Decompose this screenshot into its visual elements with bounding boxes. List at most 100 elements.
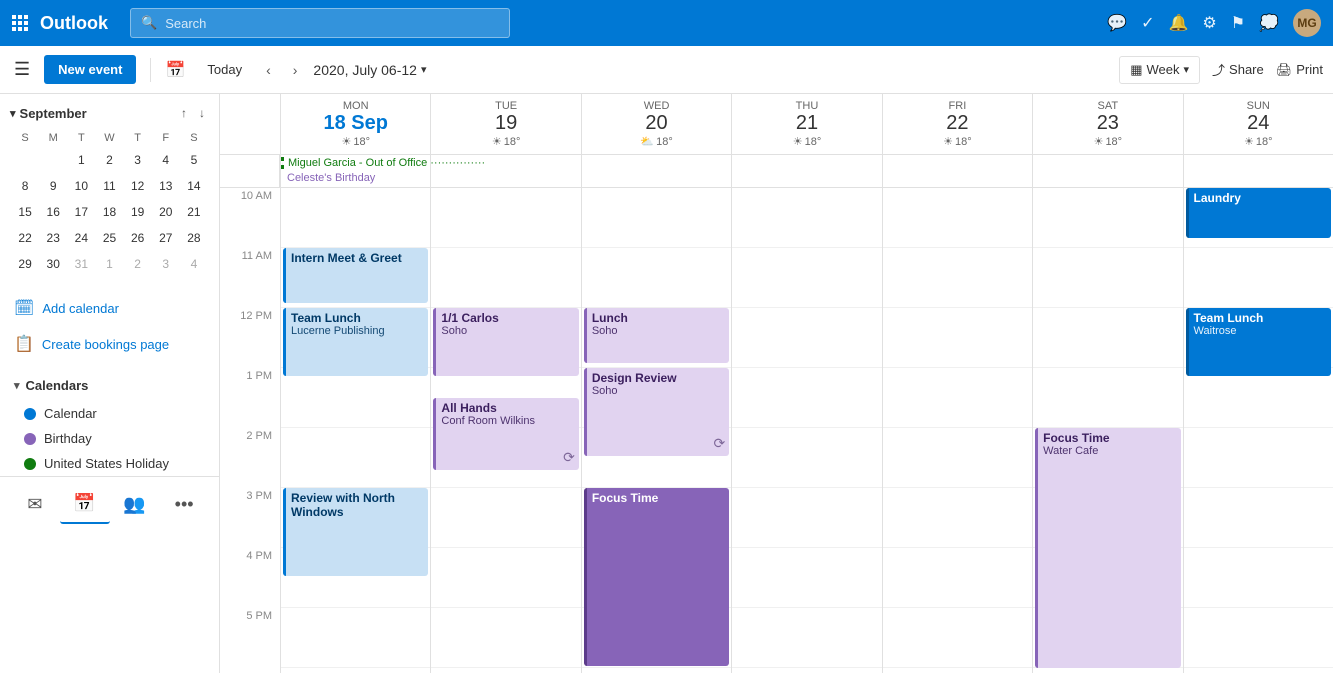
new-event-button[interactable]: New event bbox=[44, 55, 136, 84]
cal-day[interactable]: 8 bbox=[12, 174, 38, 198]
day-col-thu bbox=[731, 188, 881, 673]
cal-day[interactable]: 29 bbox=[12, 252, 38, 276]
event-review-north-windows[interactable]: Review with North Windows bbox=[283, 488, 428, 576]
event-intern-meet-greet[interactable]: Intern Meet & Greet bbox=[283, 248, 428, 303]
cal-day[interactable] bbox=[12, 148, 38, 172]
cal-day[interactable]: 2 bbox=[96, 148, 122, 172]
add-calendar-action[interactable]: 🗓 Add calendar bbox=[0, 290, 219, 326]
event-team-lunch-sun[interactable]: Team Lunch Waitrose bbox=[1186, 308, 1331, 376]
chevron-left-icon: ▾ bbox=[10, 107, 16, 120]
cal-day[interactable]: 24 bbox=[68, 226, 94, 250]
day-header-fri: Fri 22 ☀18° bbox=[882, 94, 1032, 154]
date-range-label[interactable]: 2020, July 06-12 ▾ bbox=[313, 62, 426, 78]
cal-day[interactable]: 10 bbox=[68, 174, 94, 198]
cal-day[interactable]: 22 bbox=[12, 226, 38, 250]
chat-icon[interactable]: 💬 bbox=[1107, 13, 1127, 33]
cal-day[interactable]: 13 bbox=[153, 174, 179, 198]
cal-day[interactable]: 27 bbox=[153, 226, 179, 250]
cal-day[interactable]: 3 bbox=[125, 148, 151, 172]
calendar-item-holiday[interactable]: United States Holiday bbox=[0, 451, 219, 476]
allday-gutter bbox=[220, 155, 280, 187]
cal-day today[interactable]: 18 bbox=[96, 200, 122, 224]
mini-cal-prev[interactable]: ↑ bbox=[177, 104, 191, 122]
week-chevron-icon: ▾ bbox=[1184, 63, 1190, 76]
time-label-4pm: 4 PM bbox=[220, 548, 280, 608]
calendar-dot bbox=[24, 408, 36, 420]
today-button[interactable]: Today bbox=[199, 58, 250, 81]
cal-day[interactable]: 25 bbox=[96, 226, 122, 250]
settings-icon[interactable]: ⚙ bbox=[1202, 13, 1216, 33]
search-icon: 🔍 bbox=[141, 15, 157, 31]
calendar-nav-bottom-icon[interactable]: 📅 bbox=[60, 485, 110, 524]
allday-col-wed bbox=[581, 155, 731, 187]
event-laundry[interactable]: Laundry bbox=[1186, 188, 1331, 238]
calendars-section-header[interactable]: ▾ Calendars bbox=[0, 370, 219, 401]
calendar-item-birthday[interactable]: Birthday bbox=[0, 426, 219, 451]
cal-day[interactable]: 1 bbox=[68, 148, 94, 172]
topbar: Outlook 🔍 💬 ✓ 🔔 ⚙ ⚑ 💭 MG bbox=[0, 0, 1333, 46]
event-focus-time-sat[interactable]: Focus Time Water Cafe bbox=[1035, 428, 1180, 668]
day-headers: Mon 18 Sep ☀18° Tue 19 ☀18° Wed 20 ⛅18° … bbox=[220, 94, 1333, 155]
event-lunch-wed[interactable]: Lunch Soho bbox=[584, 308, 729, 363]
calendar-item-calendar[interactable]: Calendar bbox=[0, 401, 219, 426]
cal-day[interactable]: 9 bbox=[40, 174, 66, 198]
feedback-icon[interactable]: 💭 bbox=[1259, 13, 1279, 33]
holiday-name: United States Holiday bbox=[44, 456, 169, 471]
cal-day[interactable]: 28 bbox=[181, 226, 207, 250]
mail-nav-icon[interactable]: ✉ bbox=[10, 486, 60, 523]
allday-event-out-of-office[interactable]: Miguel Garcia - Out of Office ··········… bbox=[281, 157, 430, 169]
allday-event-birthday[interactable]: Celeste's Birthday bbox=[283, 171, 428, 185]
bell-icon[interactable]: 🔔 bbox=[1168, 13, 1188, 33]
print-button[interactable]: 🖨 Print bbox=[1276, 62, 1323, 78]
cal-day[interactable]: 23 bbox=[40, 226, 66, 250]
cal-day[interactable]: 31 bbox=[68, 252, 94, 276]
search-bar[interactable]: 🔍 bbox=[130, 8, 510, 38]
event-all-hands[interactable]: All Hands Conf Room Wilkins ⟳ bbox=[433, 398, 578, 470]
day-col-sat: Focus Time Water Cafe bbox=[1032, 188, 1182, 673]
cal-day[interactable]: 11 bbox=[96, 174, 122, 198]
cal-day[interactable]: 2 bbox=[125, 252, 151, 276]
more-nav-icon[interactable]: ••• bbox=[159, 486, 209, 523]
cal-day[interactable]: 1 bbox=[96, 252, 122, 276]
cal-day[interactable]: 4 bbox=[181, 252, 207, 276]
search-input[interactable] bbox=[165, 16, 499, 31]
week-view-button[interactable]: ▦ Week ▾ bbox=[1119, 56, 1200, 84]
cal-day[interactable]: 26 bbox=[125, 226, 151, 250]
flag-icon[interactable]: ⚑ bbox=[1231, 13, 1245, 33]
days-grid: Intern Meet & Greet Team Lunch Lucerne P… bbox=[280, 188, 1333, 673]
event-focus-time-wed[interactable]: Focus Time bbox=[584, 488, 729, 666]
day-header-tue: Tue 19 ☀18° bbox=[430, 94, 580, 154]
cal-day[interactable]: 19 bbox=[125, 200, 151, 224]
share-icon: ⤴ bbox=[1212, 60, 1225, 79]
event-design-review[interactable]: Design Review Soho ⟳ bbox=[584, 368, 729, 456]
cal-day[interactable]: 17 bbox=[68, 200, 94, 224]
main-layout: ▾ September ↑ ↓ S M T W T F S bbox=[0, 94, 1333, 673]
cal-day[interactable]: 14 bbox=[181, 174, 207, 198]
checkmark-icon[interactable]: ✓ bbox=[1141, 13, 1154, 33]
week-icon: ▦ bbox=[1130, 62, 1142, 78]
cal-day[interactable]: 21 bbox=[181, 200, 207, 224]
create-bookings-action[interactable]: 📋 Create bookings page bbox=[0, 326, 219, 362]
time-gutter-header bbox=[220, 94, 280, 154]
apps-icon[interactable] bbox=[12, 15, 28, 31]
event-11-carlos[interactable]: 1/1 Carlos Soho bbox=[433, 308, 578, 376]
cal-day[interactable]: 30 bbox=[40, 252, 66, 276]
cal-day[interactable]: 5 bbox=[181, 148, 207, 172]
cal-day[interactable]: 12 bbox=[125, 174, 151, 198]
cal-day[interactable]: 16 bbox=[40, 200, 66, 224]
cal-day[interactable]: 4 bbox=[153, 148, 179, 172]
next-week-button[interactable]: › bbox=[287, 58, 304, 82]
mini-cal-next[interactable]: ↓ bbox=[195, 104, 209, 122]
hamburger-icon[interactable]: ☰ bbox=[10, 55, 34, 84]
mini-cal-title[interactable]: ▾ September bbox=[10, 106, 87, 121]
cal-day[interactable]: 15 bbox=[12, 200, 38, 224]
prev-week-button[interactable]: ‹ bbox=[260, 58, 277, 82]
cal-day[interactable]: 3 bbox=[153, 252, 179, 276]
event-team-lunch-mon[interactable]: Team Lunch Lucerne Publishing bbox=[283, 308, 428, 376]
cal-day[interactable]: 20 bbox=[153, 200, 179, 224]
people-nav-icon[interactable]: 👥 bbox=[110, 486, 160, 523]
day-header-sun: Sun 24 ☀18° bbox=[1183, 94, 1333, 154]
share-button[interactable]: ⤴ Share bbox=[1212, 60, 1264, 79]
avatar[interactable]: MG bbox=[1293, 9, 1321, 37]
cal-day[interactable] bbox=[40, 148, 66, 172]
